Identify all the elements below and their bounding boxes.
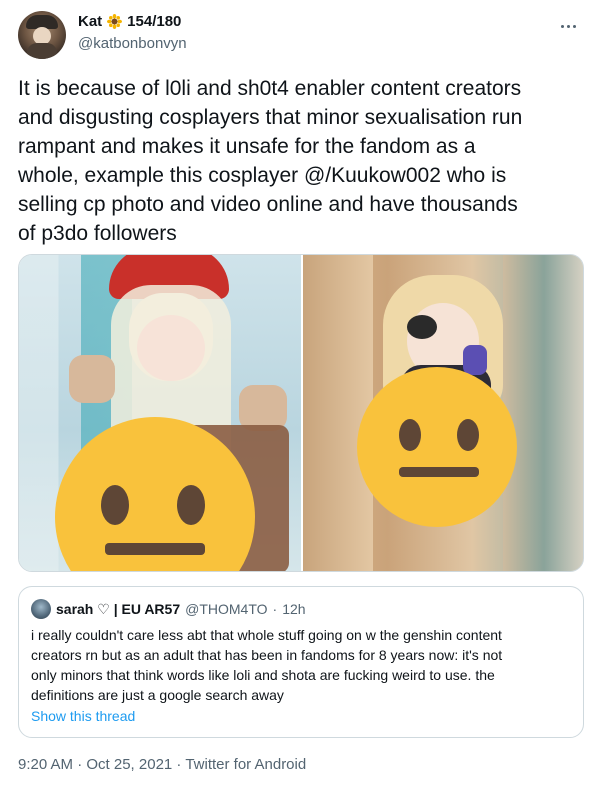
author-handle[interactable]: @katbonbonvyn <box>78 35 187 52</box>
quoted-author-avatar[interactable] <box>31 599 51 619</box>
media-photo-right[interactable] <box>303 255 583 571</box>
quoted-tweet-header: sarah ♡ | EU AR57 @THOM4TO · 12h <box>31 599 306 619</box>
more-icon[interactable] <box>558 16 578 36</box>
quoted-tweet[interactable]: sarah ♡ | EU AR57 @THOM4TO · 12h i reall… <box>18 586 584 738</box>
quoted-tweet-time[interactable]: 12h <box>282 601 305 617</box>
separator-dot: · <box>272 601 278 617</box>
tweet-text: It is because of l0li and sh0t4 enabler … <box>18 77 523 245</box>
author-count: 154/180 <box>127 13 182 30</box>
tweet-header: Kat 154/180 @katbonbonvyn <box>18 10 582 60</box>
quoted-author-name[interactable]: sarah ♡ | EU AR57 <box>56 601 180 618</box>
neutral-face-icon <box>357 367 517 527</box>
quoted-author-handle[interactable]: @THOM4TO <box>185 601 267 617</box>
author-name-row[interactable]: Kat 154/180 <box>78 13 181 30</box>
quoted-tweet-text: i really couldn't care less abt that who… <box>31 627 503 703</box>
media-photo-left[interactable] <box>19 255 301 571</box>
tweet-timestamp[interactable]: 9:20 AM · Oct 25, 2021 · Twitter for And… <box>18 756 306 773</box>
tweet-media[interactable] <box>18 254 584 572</box>
sunflower-icon <box>107 14 123 29</box>
author-name[interactable]: Kat <box>78 13 102 30</box>
author-avatar[interactable] <box>18 11 66 59</box>
show-thread-link[interactable]: Show this thread <box>31 708 135 724</box>
